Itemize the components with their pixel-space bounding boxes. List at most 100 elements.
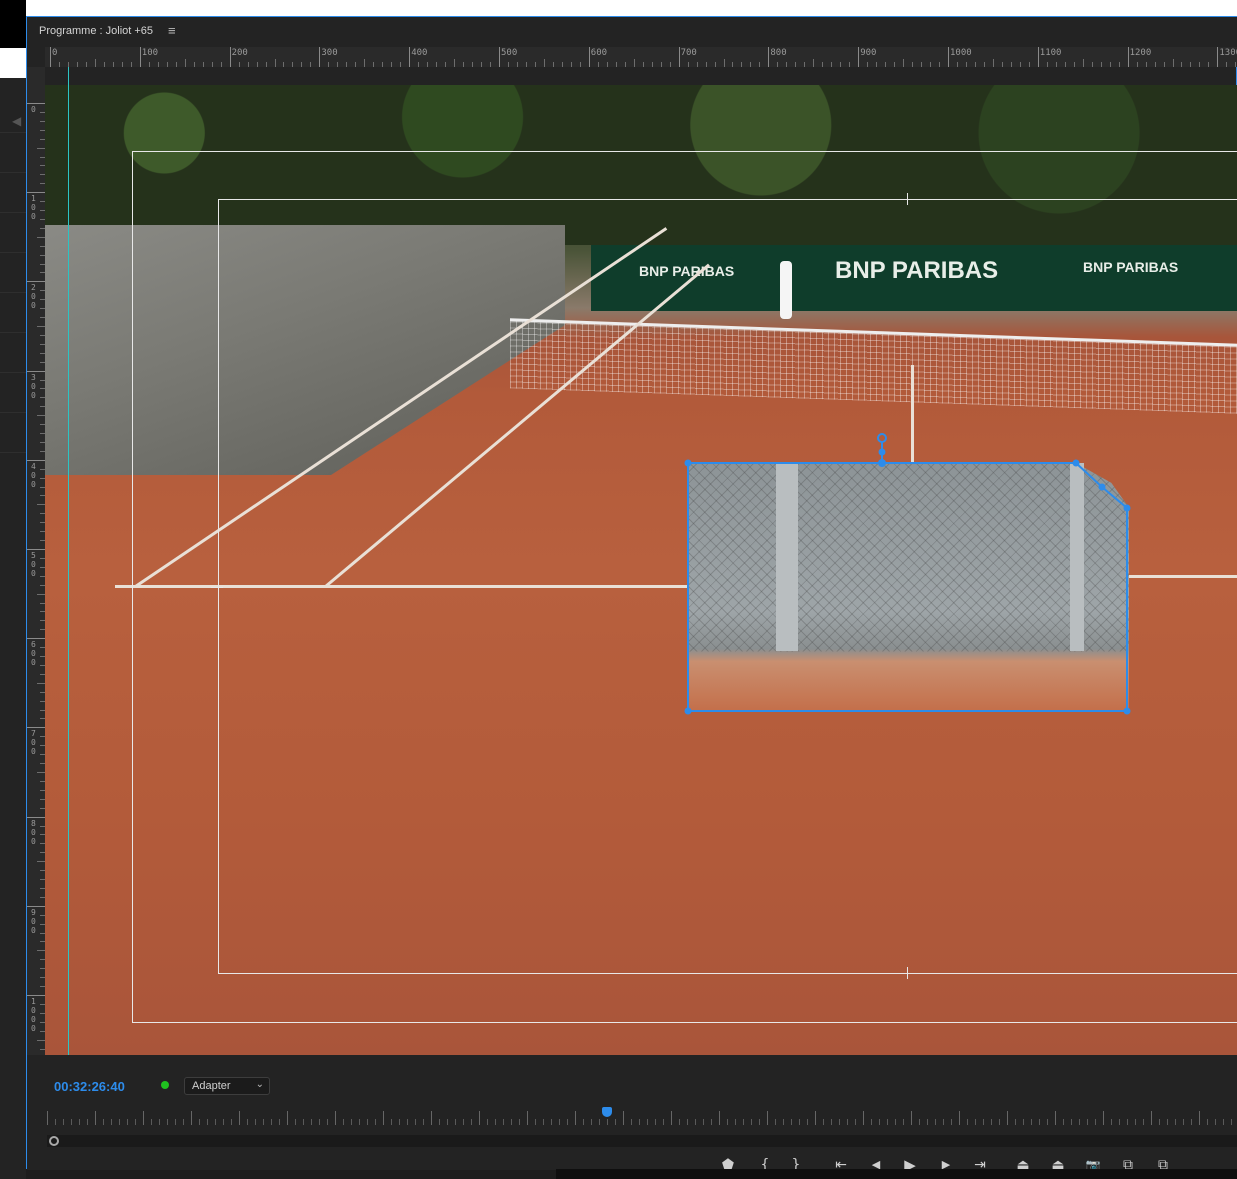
ruler-minor-tick [1154,62,1156,67]
ruler-minor-tick [193,62,195,67]
ruler-minor-tick [1199,62,1201,67]
time-ruler-tick [575,1111,576,1125]
ruler-major-tick [858,47,860,67]
ruler-major-tick [27,816,45,818]
ruler-minor-tick [759,62,761,67]
ruler-minor-tick [606,62,608,67]
ruler-minor-tick [921,62,923,67]
scroll-handle[interactable] [49,1136,59,1146]
mask-vertex [1123,504,1131,512]
ruler-minor-tick [741,62,743,67]
left-row-divider [0,212,26,213]
ruler-minor-tick [310,62,312,67]
ruler-minor-tick [220,62,222,67]
ruler-minor-tick [427,62,429,67]
ruler-minor-tick [37,504,45,506]
ruler-minor-tick [364,59,366,67]
ruler-minor-tick [983,62,985,67]
time-ruler-tick [1151,1111,1152,1125]
ruler-minor-tick [265,62,267,67]
left-adjacent-panel: ◀ [0,48,26,1179]
left-row-divider [0,132,26,133]
ruler-minor-tick [1109,62,1111,67]
ruler-minor-tick [651,62,653,67]
ruler-minor-tick [1055,62,1057,67]
panel-menu-icon[interactable]: ≡ [168,23,176,38]
time-ruler-tick [623,1111,624,1125]
ruler-label: 1100 [1039,48,1062,58]
mini-time-ruler[interactable] [47,1109,1237,1127]
zoom-scrollbar[interactable] [47,1135,1237,1147]
ruler-minor-tick [103,62,105,67]
ruler-minor-tick [894,62,896,67]
safe-margin-tick [211,587,223,588]
ruler-major-tick [27,103,45,104]
ruler-minor-tick [597,62,599,67]
video-frame[interactable]: BNP PARIBAS BNP PARIBAS BNP PARIBAS [45,85,1237,1055]
ruler-major-tick [27,905,45,907]
ruler-major-tick [50,47,51,67]
ruler-minor-tick [696,62,698,67]
time-ruler-tick [1055,1111,1056,1125]
ruler-minor-tick [822,62,824,67]
ruler-major-tick [768,47,770,67]
ruler-label: 700 [680,48,697,58]
top-black-block [0,0,26,48]
left-row-divider [0,452,26,453]
ruler-minor-tick [121,62,123,67]
ruler-minor-tick [1064,62,1066,67]
panel-title[interactable]: Programme : Joliot +65 [39,25,153,37]
mask-outline[interactable] [682,433,1142,723]
time-ruler-tick [1103,1111,1104,1125]
time-ruler-tick [143,1111,144,1125]
ruler-minor-tick [660,62,662,67]
ruler-minor-tick [777,62,779,67]
ruler-minor-tick [561,62,563,67]
safe-margin-tick [907,967,908,979]
mask-vertex [878,459,886,467]
masked-clip-selection[interactable] [684,433,1131,715]
ruler-label: 200 [31,283,36,311]
playhead-marker[interactable] [601,1107,612,1117]
ruler-label: 1300 [1219,48,1237,58]
ruler-minor-tick [534,62,536,67]
ruler-minor-tick [687,62,689,67]
ruler-minor-tick [472,62,474,67]
ruler-minor-tick [867,62,869,67]
ruler-major-tick [948,47,949,67]
ruler-major-tick [27,995,45,996]
status-indicator-icon [161,1081,169,1089]
ruler-minor-tick [939,62,941,67]
back-arrow-icon[interactable]: ◀ [12,114,21,128]
ruler-minor-tick [148,62,150,67]
ruler-major-tick [588,47,590,67]
ruler-minor-tick [525,62,527,67]
ruler-minor-tick [283,62,285,67]
ruler-major-tick [139,47,141,67]
rotation-handle-icon [877,433,887,443]
time-ruler-tick [911,1111,912,1125]
ruler-minor-tick [1145,62,1147,67]
ruler-minor-tick [445,62,447,67]
safe-margin-tick [907,193,908,205]
ruler-minor-tick [184,59,186,67]
ruler-minor-tick [301,62,303,67]
ruler-label: 600 [590,48,608,58]
ruler-label: 0 [52,48,58,58]
zoom-fit-dropdown[interactable]: Adapter ⌄ [184,1077,270,1095]
ruler-major-tick [27,192,45,194]
ruler-minor-tick [211,62,213,67]
time-ruler-tick [431,1111,432,1125]
vertical-guide-line[interactable] [68,67,69,1073]
ruler-minor-tick [454,59,456,67]
ruler-minor-tick [400,62,402,67]
playhead-timecode[interactable]: 00:32:26:40 [54,1079,125,1094]
time-ruler-tick [527,1111,528,1125]
ruler-minor-tick [463,62,465,67]
ruler-major-tick [499,47,500,67]
ruler-label: 900 [31,907,36,935]
ruler-minor-tick [37,147,45,149]
ruler-label: 500 [501,48,518,58]
ruler-minor-tick [37,682,45,684]
ruler-major-tick [409,47,411,67]
